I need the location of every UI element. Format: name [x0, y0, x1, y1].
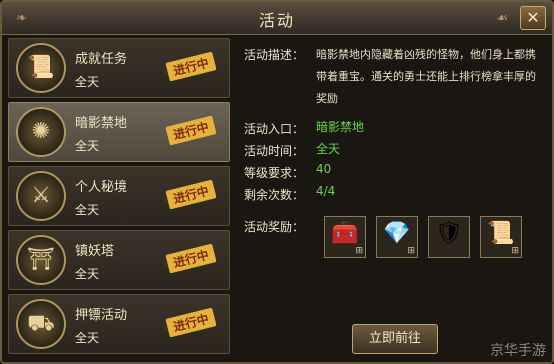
- activity-item-shadow-forbidden[interactable]: ✺ 暗影禁地 全天 进行中: [8, 102, 230, 162]
- cart-icon: ⛟: [16, 299, 66, 349]
- right-ornament-icon: ☙: [496, 11, 508, 26]
- reward-slot[interactable]: 🛡: [428, 216, 470, 258]
- bind-mark-icon: ⊞: [511, 246, 519, 256]
- description-label: 活动描述：: [244, 48, 305, 62]
- treasure-chest-icon: 🧰: [331, 221, 359, 246]
- entry-label: 活动入口：: [244, 122, 305, 136]
- activity-name: 镇妖塔: [75, 244, 115, 259]
- remaining-row: 剩余次数： 4/4: [244, 184, 335, 204]
- activity-item-escort[interactable]: ⛟ 押镖活动 全天 进行中: [8, 294, 230, 354]
- reward-label: 活动奖励：: [244, 220, 305, 234]
- activity-time: 全天: [75, 331, 100, 345]
- activity-list: 📜 成就任务 全天 进行中 ✺ 暗影禁地 全天 进行中 ⚔ 个人秘境 全天 进行…: [8, 38, 230, 364]
- time-row: 活动时间： 全天: [244, 140, 340, 160]
- activity-name: 个人秘境: [75, 180, 128, 195]
- entry-link[interactable]: 暗影禁地: [316, 118, 364, 135]
- reward-slot[interactable]: 💎 ⊞: [376, 216, 418, 258]
- papers-icon: 📜: [16, 43, 66, 93]
- activity-name: 押镖活动: [75, 308, 128, 323]
- level-label: 等级要求：: [244, 166, 305, 180]
- remaining-label: 剩余次数：: [244, 188, 305, 202]
- status-badge: 进行中: [165, 115, 217, 146]
- activity-time: 全天: [75, 139, 100, 153]
- description-row: 活动描述： 暗影禁地内隐藏着凶残的怪物，他们身上都携带着重宝。通关的勇士还能上排…: [244, 44, 544, 105]
- status-badge: 进行中: [165, 243, 217, 274]
- silver-gem-icon: 💎: [383, 221, 411, 246]
- activity-time: 全天: [75, 267, 100, 281]
- pagoda-icon: ⛩: [16, 235, 66, 285]
- activity-time: 全天: [75, 203, 100, 217]
- level-row: 等级要求： 40: [244, 162, 331, 182]
- remaining-value: 4/4: [316, 184, 336, 198]
- status-badge: 进行中: [165, 51, 217, 82]
- status-badge: 进行中: [165, 307, 217, 338]
- bind-mark-icon: ⊞: [355, 246, 363, 256]
- activity-item-demon-tower[interactable]: ⛩ 镇妖塔 全天 进行中: [8, 230, 230, 290]
- activity-time: 全天: [75, 75, 100, 89]
- time-label: 活动时间：: [244, 144, 305, 158]
- time-value: 全天: [316, 142, 341, 156]
- activity-name: 暗影禁地: [75, 116, 128, 131]
- swirl-icon: ✺: [16, 107, 66, 157]
- reward-slot[interactable]: 📜 ⊞: [480, 216, 522, 258]
- close-button[interactable]: ✕: [520, 6, 546, 30]
- activity-window: ❧ 活动 ☙ ✕ 📜 成就任务 全天 进行中 ✺ 暗影禁地 全天 进行中 ⚔ 个…: [0, 0, 554, 364]
- title-bar: ❧ 活动 ☙ ✕: [2, 2, 552, 35]
- description-text: 暗影禁地内隐藏着凶残的怪物，他们身上都携带着重宝。通关的勇士还能上排行榜拿丰厚的…: [316, 48, 536, 105]
- shield-sword-icon: ⚔: [16, 171, 66, 221]
- activity-name: 成就任务: [75, 52, 128, 67]
- watermark: 京华手游: [490, 343, 546, 359]
- window-title: 活动: [258, 11, 295, 30]
- bind-mark-icon: ⊞: [407, 246, 415, 256]
- scroll-icon: 📜: [487, 221, 515, 246]
- reward-slot[interactable]: 🧰 ⊞: [324, 216, 366, 258]
- status-badge: 进行中: [165, 179, 217, 210]
- reward-row: 活动奖励：: [244, 216, 304, 236]
- activity-item-personal-realm[interactable]: ⚔ 个人秘境 全天 进行中: [8, 166, 230, 226]
- level-value: 40: [316, 162, 332, 176]
- activity-item-achievement[interactable]: 📜 成就任务 全天 进行中: [8, 38, 230, 98]
- entry-row: 活动入口： 暗影禁地: [244, 118, 364, 138]
- activity-detail-panel: 活动描述： 暗影禁地内隐藏着凶残的怪物，他们身上都携带着重宝。通关的勇士还能上排…: [238, 38, 548, 362]
- go-now-button[interactable]: 立即前往: [352, 324, 438, 354]
- gold-emblem-icon: 🛡: [435, 221, 463, 246]
